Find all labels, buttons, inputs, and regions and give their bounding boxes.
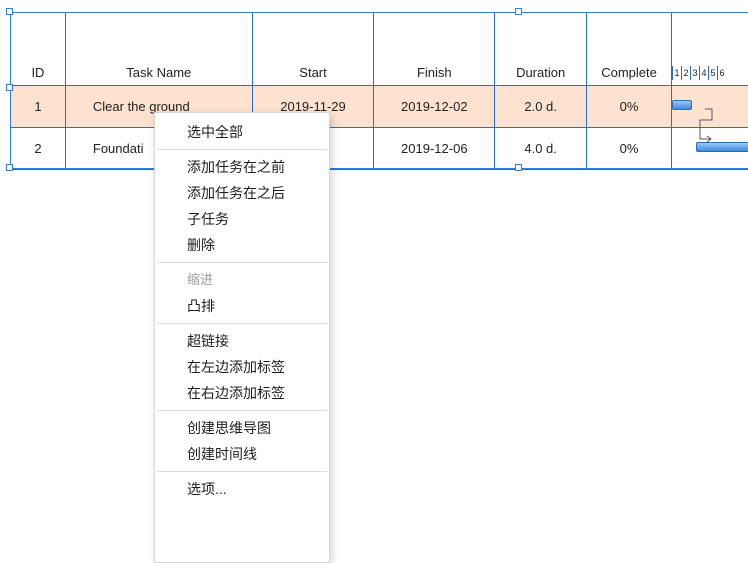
context-menu: 选中全部 添加任务在之前 添加任务在之后 子任务 删除 缩进 凸排 超链接 在左…: [154, 112, 330, 563]
cell-id[interactable]: 1: [10, 85, 66, 128]
day-tick: 2: [681, 66, 690, 80]
table-row[interactable]: 1 Clear the ground 2019-11-29 2019-12-02…: [10, 85, 748, 128]
menu-item-select-all[interactable]: 选中全部: [155, 119, 329, 145]
menu-item-subtask[interactable]: 子任务: [155, 206, 329, 232]
cell-complete[interactable]: 0%: [586, 85, 672, 128]
day-tick: 4: [699, 66, 708, 80]
col-header-complete[interactable]: Complete: [586, 12, 672, 86]
day-tick: 3: [690, 66, 699, 80]
day-tick: 5: [708, 66, 717, 80]
menu-item-create-mind-map[interactable]: 创建思维导图: [155, 415, 329, 441]
col-header-task-name[interactable]: Task Name: [64, 12, 253, 86]
menu-item-indent: 缩进: [187, 272, 214, 287]
gantt-grid: ID Task Name Start Finish Duration Compl…: [10, 12, 748, 170]
menu-item-add-task-after[interactable]: 添加任务在之后: [155, 180, 329, 206]
resize-handle[interactable]: [515, 164, 522, 171]
cell-complete[interactable]: 0%: [586, 127, 672, 170]
resize-handle[interactable]: [6, 84, 13, 91]
task-bar[interactable]: [696, 142, 748, 152]
menu-item-add-label-left[interactable]: 在左边添加标签: [155, 354, 329, 380]
menu-item-hyperlink[interactable]: 超链接: [155, 328, 329, 354]
resize-handle[interactable]: [6, 164, 13, 171]
cell-duration[interactable]: 4.0 d.: [494, 127, 588, 170]
resize-handle[interactable]: [6, 8, 13, 15]
day-tick: 1: [672, 66, 681, 80]
menu-item-add-label-right[interactable]: 在右边添加标签: [155, 380, 329, 406]
menu-separator: [157, 410, 327, 411]
day-scale: 1 2 3 4 5 6: [672, 66, 748, 80]
menu-separator: [157, 323, 327, 324]
menu-separator: [157, 262, 327, 263]
cell-finish[interactable]: 2019-12-06: [373, 127, 496, 170]
col-header-finish[interactable]: Finish: [373, 12, 496, 86]
menu-item-outdent[interactable]: 凸排: [155, 293, 329, 319]
cell-finish[interactable]: 2019-12-02: [373, 85, 496, 128]
gantt-table-container[interactable]: ID Task Name Start Finish Duration Compl…: [6, 8, 748, 171]
col-header-id[interactable]: ID: [10, 12, 66, 86]
chart-cell: [671, 85, 748, 128]
header-row: ID Task Name Start Finish Duration Compl…: [10, 12, 748, 86]
cell-duration[interactable]: 2.0 d.: [494, 85, 588, 128]
menu-item-add-task-before[interactable]: 添加任务在之前: [155, 154, 329, 180]
table-row[interactable]: 2 Foundati -03 2019-12-06 4.0 d. 0%: [10, 127, 748, 170]
chart-cell: [671, 127, 748, 170]
cell-id[interactable]: 2: [10, 127, 66, 170]
col-header-start[interactable]: Start: [251, 12, 375, 86]
menu-item-options[interactable]: 选项...: [155, 476, 329, 502]
menu-separator: [157, 149, 327, 150]
col-header-duration[interactable]: Duration: [494, 12, 588, 86]
menu-item-delete[interactable]: 删除: [155, 232, 329, 258]
day-tick: 6: [717, 66, 726, 80]
task-bar[interactable]: [672, 100, 692, 110]
timescale-header: 1 2 3 4 5 6: [671, 12, 748, 86]
resize-handle[interactable]: [515, 8, 522, 15]
menu-item-create-timeline[interactable]: 创建时间线: [155, 441, 329, 467]
menu-separator: [157, 471, 327, 472]
